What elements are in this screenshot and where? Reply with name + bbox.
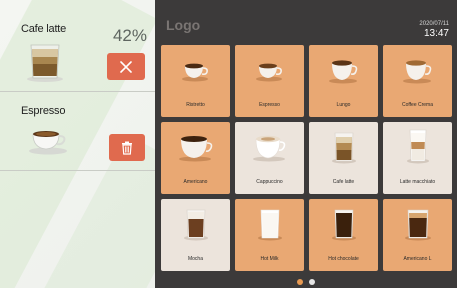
queue-item-name: Espresso [21,105,66,117]
cappuccino-cup-icon [252,135,285,162]
americano-cup-icon [178,136,212,162]
drink-label: Hot chocolate [328,256,359,262]
page-dot-2[interactable] [309,279,315,285]
drink-tile-espresso[interactable]: Espresso [235,45,304,117]
drink-selection-panel: Logo 2020/07/11 13:47 Ristretto Espresso [155,0,457,288]
hot-chocolate-glass-icon [331,209,356,241]
espresso-cup-icon [255,63,282,82]
drink-label: Cappuccino [256,179,283,185]
queue-item-name: Cafe latte [21,23,67,35]
brew-progress-percent: 42% [112,26,147,45]
hot-milk-glass-icon [257,209,282,241]
drink-label: Americano [183,179,208,185]
trash-icon [122,141,132,155]
current-time: 13:47 [423,28,449,39]
drink-tile-hot-chocolate[interactable]: Hot chocolate [309,199,378,271]
current-date: 2020/07/11 [419,21,449,27]
drink-tile-americano[interactable]: Americano [161,122,230,194]
drink-tile-americano-l[interactable]: Americano L [383,199,452,271]
drink-label: Americano L [403,256,432,262]
delete-order-button[interactable] [109,134,145,161]
cafe-latte-glass-icon [27,44,63,82]
drink-label: Ristretto [186,102,205,108]
drink-tile-mocha[interactable]: Mocha [161,199,230,271]
drink-tile-lungo[interactable]: Lungo [309,45,378,117]
americano-l-glass-icon [404,209,431,241]
queue-item-espresso: Espresso [0,93,155,171]
queue-item-cafe-latte: Cafe latte 42% [0,0,155,92]
ristretto-cup-icon [181,63,208,82]
drink-tile-hot-milk[interactable]: Hot Milk [235,199,304,271]
drink-label: Latte macchiato [399,179,436,185]
drink-label: Espresso [259,102,280,108]
page-dot-1[interactable] [297,279,303,285]
mocha-glass-icon [183,209,208,241]
espresso-cup-icon [29,131,67,155]
close-icon [120,60,132,73]
drink-label: Coffee Crema [401,102,434,108]
drink-tile-cappuccino[interactable]: Cappuccino [235,122,304,194]
cancel-order-button[interactable] [107,53,145,80]
drink-tile-cafe-latte[interactable]: Cafe latte [309,122,378,194]
lungo-cup-icon [328,60,357,84]
coffee-crema-cup-icon [402,60,431,84]
drink-label: Lungo [336,102,351,108]
drink-label: Hot Milk [260,256,279,262]
drink-label: Mocha [187,256,203,262]
drink-grid: Ristretto Espresso Lungo Coffee Crema Am… [161,45,452,272]
page-indicator [297,279,315,285]
drink-tile-latte-macchiato[interactable]: Latte macchiato [383,122,452,194]
order-queue-panel: Cafe latte 42% Espresso [0,0,155,288]
drink-tile-ristretto[interactable]: Ristretto [161,45,230,117]
drink-tile-coffee-crema[interactable]: Coffee Crema [383,45,452,117]
brand-logo: Logo [166,17,201,33]
latte-macchiato-glass-icon [406,129,429,164]
drink-label: Cafe latte [332,179,355,185]
cafe-latte-glass-icon [331,132,356,164]
